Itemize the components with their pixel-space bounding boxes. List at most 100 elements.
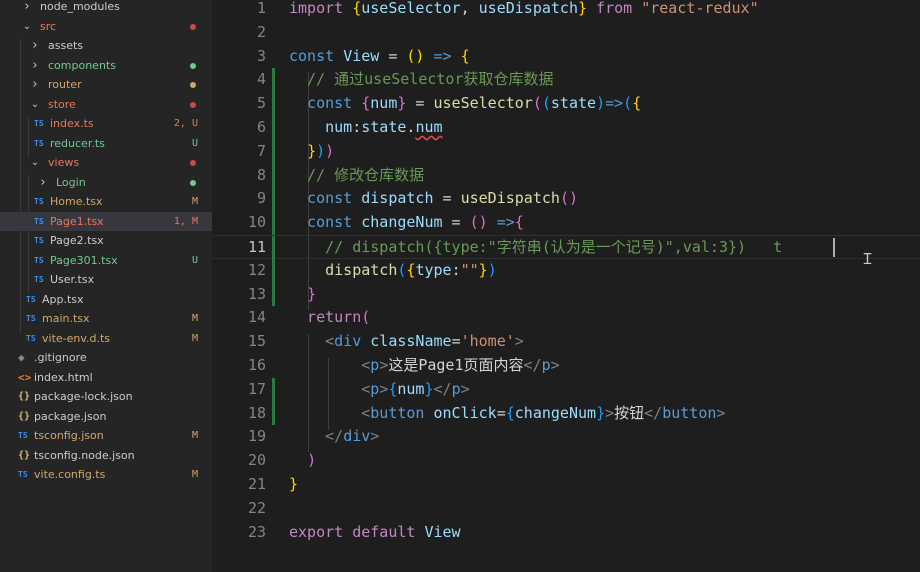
code-line[interactable]: 14 return( (212, 306, 920, 330)
code-line[interactable]: 18 <button onClick={changeNum}>按钮</butto… (212, 401, 920, 426)
tree-item-views[interactable]: ⌄ views (0, 153, 212, 173)
tree-item-user-tsx[interactable]: TS User.tsx (0, 270, 212, 290)
typescript-file-icon: TS (34, 275, 44, 284)
tree-item-vite-config-ts[interactable]: TS vite.config.ts M (0, 465, 212, 485)
tree-item-tsconfig-json[interactable]: TS tsconfig.json M (0, 426, 212, 446)
code-line[interactable]: 6 num:state.num (212, 116, 920, 140)
tree-item-app-tsx[interactable]: TS App.tsx (0, 290, 212, 310)
code-text: ) (289, 449, 316, 473)
code-line[interactable]: 21} (212, 473, 920, 497)
git-modified-gutter (272, 258, 275, 283)
code-token: > (716, 403, 726, 422)
code-line[interactable]: 9 const dispatch = useDispatch() (212, 187, 920, 212)
tree-item-node-modules[interactable]: › node_modules (0, 0, 212, 17)
tree-item-page301-tsx[interactable]: TS Page301.tsx U (0, 251, 212, 271)
tree-item-index-ts[interactable]: TS index.ts 2, U (0, 114, 212, 134)
code-token: type (415, 260, 452, 279)
code-token: > (379, 379, 389, 398)
tree-item-vite-env-d-ts[interactable]: TS vite-env.d.ts M (0, 329, 212, 349)
code-line[interactable]: 17 <p>{num}</p> (212, 377, 920, 402)
folder-name: router (48, 78, 82, 91)
line-number: 3 (256, 46, 266, 65)
status-dot-icon (190, 101, 196, 108)
tree-item-page2-tsx[interactable]: TS Page2.tsx (0, 231, 212, 251)
tree-item-package-lock-json[interactable]: {} package-lock.json (0, 387, 212, 407)
tree-item--gitignore[interactable]: ◆ .gitignore (0, 348, 212, 368)
file-name: index.html (34, 370, 93, 384)
tree-item-store[interactable]: ⌄ store (0, 95, 212, 115)
code-editor[interactable]: 1 import {useSelector, useDispatch} from … (212, 0, 920, 572)
code-line[interactable]: 16 <p>这是Page1页面内容</p> (212, 354, 920, 378)
line-number: 10 (247, 213, 266, 232)
code-token: num (397, 379, 425, 398)
tree-item-components[interactable]: › components (0, 56, 212, 76)
code-token: // 通过useSelector获取仓库数据 (289, 70, 554, 89)
git-status-badge: M (191, 430, 198, 441)
code-line[interactable]: 19 </div> (212, 425, 920, 449)
tree-item-main-tsx[interactable]: TS main.tsx M (0, 309, 212, 329)
code-line[interactable]: 15 <div className='home'> (212, 330, 920, 354)
code-line[interactable]: 8 // 修改仓库数据 (212, 163, 920, 188)
code-line[interactable]: 23 export default View (212, 521, 920, 545)
code-token: } (424, 379, 434, 398)
git-modified-gutter (272, 139, 275, 164)
file-name: tsconfig.json (34, 429, 104, 442)
git-status-badge: U (191, 254, 198, 266)
line-number: 2 (256, 22, 266, 41)
line-number: 8 (256, 165, 266, 184)
tree-item-login[interactable]: › Login (0, 173, 212, 193)
code-line[interactable]: 20 ) (212, 449, 920, 473)
code-line[interactable]: 3 const View = () => { (212, 45, 920, 69)
code-token: dispatch (361, 189, 434, 208)
git-status-badge: M (191, 196, 198, 207)
code-line[interactable]: 22 (212, 497, 920, 521)
code-token: ( (623, 94, 633, 113)
line-number: 12 (247, 260, 266, 279)
code-line[interactable]: 11 // dispatch({type:"字符串(认为是一个记号)",val:… (212, 235, 920, 260)
code-token: ) (325, 141, 335, 160)
code-token: = (451, 332, 461, 351)
tree-item-tsconfig-node-json[interactable]: {} tsconfig.node.json (0, 446, 212, 466)
tree-item-index-html[interactable]: <> index.html (0, 368, 212, 388)
code-token: => (605, 94, 624, 113)
code-text: </div> (289, 425, 379, 449)
code-token: const (289, 46, 344, 65)
code-text: })) (289, 140, 334, 164)
code-token: return (289, 308, 362, 327)
code-line[interactable]: 13 } (212, 282, 920, 307)
tsconfig-file-icon: TS (18, 431, 28, 440)
tree-item-home-tsx[interactable]: TS Home.tsx M (0, 192, 212, 212)
typescript-file-icon: TS (34, 236, 44, 245)
code-line[interactable]: 1 import {useSelector, useDispatch} from … (212, 0, 920, 21)
code-line[interactable]: 7 })) (212, 139, 920, 164)
chevron-down-icon: ⌄ (22, 20, 32, 32)
code-token: "" (460, 260, 479, 279)
code-line[interactable]: 5 const {num} = useSelector((state)=>({ (212, 92, 920, 116)
code-token: ) (307, 451, 317, 470)
code-line[interactable]: 2 (212, 21, 920, 45)
tree-item-page1-tsx[interactable]: TS Page1.tsx 1, M (0, 211, 212, 231)
typescript-file-icon: TS (34, 216, 44, 226)
file-name: main.tsx (42, 312, 90, 325)
code-line[interactable]: 10 const changeNum = () =>{ (212, 211, 920, 235)
code-token: ) (316, 141, 326, 160)
code-line[interactable]: 4 // 通过useSelector获取仓库数据 (212, 68, 920, 93)
code-text: return( (289, 306, 370, 330)
file-name: index.ts (50, 117, 94, 130)
git-modified-gutter (272, 68, 275, 93)
code-text: num:state.num (289, 116, 442, 140)
tree-item-src[interactable]: ⌄ src (0, 17, 212, 37)
chevron-right-icon: › (32, 57, 38, 73)
tree-item-reducer-ts[interactable]: TS reducer.ts U (0, 134, 212, 154)
git-modified-gutter (272, 377, 275, 402)
tree-item-assets[interactable]: › assets (0, 36, 212, 56)
file-name: Home.tsx (50, 195, 103, 208)
code-line[interactable]: 12 dispatch({type:""}) (212, 258, 920, 283)
tree-item-package-json[interactable]: {} package.json (0, 407, 212, 427)
tree-item-router[interactable]: › router (0, 75, 212, 95)
code-token: default (352, 522, 425, 541)
code-text: const {num} = useSelector((state)=>({ (289, 92, 641, 116)
